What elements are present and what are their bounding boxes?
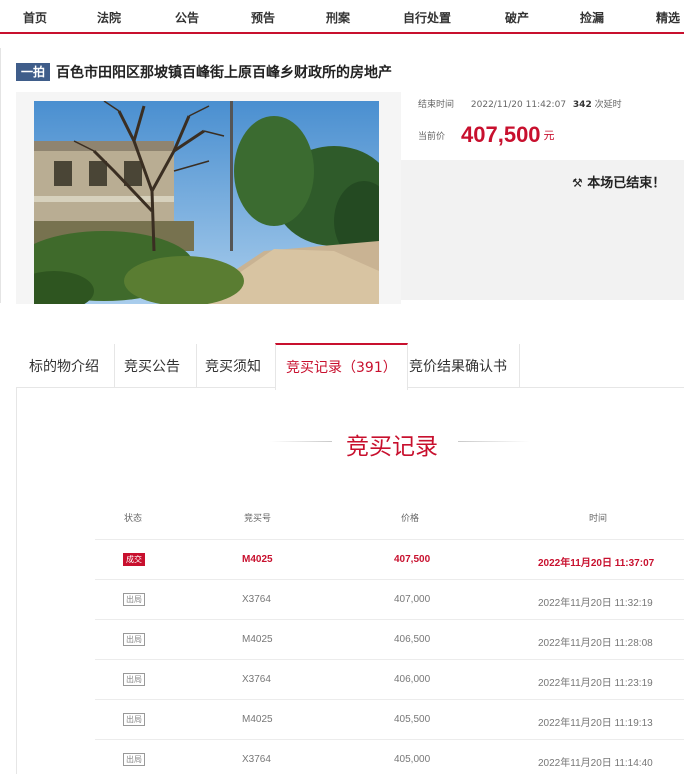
bid-time: 2022年11月20日 11:37:07 <box>538 558 655 569</box>
tab-bid-records[interactable]: 竞买记录（391） <box>275 343 408 390</box>
status-badge: 出局 <box>123 713 145 726</box>
nav-item-notice[interactable]: 公告 <box>175 9 199 26</box>
nav-item-self-disposal[interactable]: 自行处置 <box>403 9 451 26</box>
delay-label: 次延时 <box>594 100 622 110</box>
header-time: 时间 <box>589 514 608 524</box>
bid-records-title: 竞买记录 <box>346 434 438 460</box>
tab-separator <box>519 344 520 387</box>
lot-title: 一拍 百色市田阳区那坡镇百峰街上原百峰乡财政所的房地产 <box>16 63 392 81</box>
bid-time: 2022年11月20日 11:23:19 <box>538 678 653 689</box>
delay-count: 342 <box>572 100 592 110</box>
tab-result-confirmation[interactable]: 竞价结果确认书 <box>409 344 507 387</box>
price-unit: 元 <box>543 129 555 142</box>
nav-item-court[interactable]: 法院 <box>97 9 121 26</box>
content-border <box>16 388 17 774</box>
property-photo[interactable] <box>34 101 379 304</box>
header-status: 状态 <box>124 514 143 524</box>
auction-ended-text: 本场已结束！ <box>587 176 666 191</box>
status-badge: 成交 <box>123 553 145 566</box>
top-nav: 首页 法院 公告 预告 刑案 自行处置 破产 捡漏 精选 <box>0 0 684 34</box>
tab-bidding-rules[interactable]: 竞买须知 <box>205 344 261 387</box>
tab-separator <box>114 344 115 387</box>
status-badge: 出局 <box>123 593 145 606</box>
title-line-right <box>458 441 530 442</box>
table-row: 出局 X3764 407,000 2022年11月20日 11:32:19 <box>95 579 684 619</box>
bid-price: 407,000 <box>394 594 431 605</box>
lot-name: 百色市田阳区那坡镇百峰街上原百峰乡财政所的房地产 <box>56 65 393 81</box>
current-price-label: 当前价 <box>418 131 446 142</box>
bid-time: 2022年11月20日 11:32:19 <box>538 598 653 609</box>
bid-time: 2022年11月20日 11:14:40 <box>538 758 653 769</box>
header-bidder: 竞买号 <box>244 514 272 524</box>
current-price-row: 当前价 407,500 元 <box>418 122 555 148</box>
nav-item-preview[interactable]: 预告 <box>251 9 275 26</box>
nav-item-featured[interactable]: 精选 <box>656 9 680 26</box>
gavel-icon: ⚒ <box>572 176 583 190</box>
table-row: 出局 M4025 406,500 2022年11月20日 11:28:08 <box>95 619 684 659</box>
end-time-row: 结束时间 2022/11/20 11:42:07 342 次延时 <box>418 97 622 110</box>
status-badge: 出局 <box>123 753 145 766</box>
bidder-id: M4025 <box>242 714 273 725</box>
title-line-left <box>270 441 332 442</box>
auction-round-badge: 一拍 <box>16 63 51 81</box>
end-time-value: 2022/11/20 11:42:07 <box>470 100 567 110</box>
table-row: 出局 X3764 405,000 2022年11月20日 11:14:40 <box>95 739 684 779</box>
bidder-id: X3764 <box>242 674 271 685</box>
bid-time: 2022年11月20日 11:19:13 <box>538 718 653 729</box>
tab-item-intro[interactable]: 标的物介绍 <box>29 344 99 387</box>
nav-item-bankruptcy[interactable]: 破产 <box>505 9 529 26</box>
property-photo-image <box>34 101 379 304</box>
auction-ended-status: ⚒ 本场已结束！ <box>572 172 665 191</box>
auction-status-box: ⚒ 本场已结束！ <box>401 160 684 300</box>
bid-time: 2022年11月20日 11:28:08 <box>538 638 653 649</box>
table-row: 出局 M4025 405,500 2022年11月20日 11:19:13 <box>95 699 684 739</box>
bidder-id: X3764 <box>242 754 271 765</box>
bid-price: 405,000 <box>394 754 431 765</box>
bid-price: 407,500 <box>394 554 431 565</box>
bidder-id: M4025 <box>242 554 273 565</box>
status-badge: 出局 <box>123 633 145 646</box>
tab-separator <box>196 344 197 387</box>
status-badge: 出局 <box>123 673 145 686</box>
divider <box>0 48 1 303</box>
detail-tabs: 标的物介绍 竞买公告 竞买须知 竞买记录（391） 竞价结果确认书 <box>16 343 684 390</box>
bid-price: 406,500 <box>394 634 431 645</box>
nav-item-bargain[interactable]: 捡漏 <box>580 9 604 26</box>
tab-auction-notice[interactable]: 竞买公告 <box>124 344 180 387</box>
bidder-id: X3764 <box>242 594 271 605</box>
header-price: 价格 <box>401 514 420 524</box>
current-price-value: 407,500 <box>461 122 541 147</box>
table-row: 成交 M4025 407,500 2022年11月20日 11:37:07 <box>95 539 684 579</box>
bid-price: 406,000 <box>394 674 431 685</box>
bidder-id: M4025 <box>242 634 273 645</box>
table-header: 状态 竞买号 价格 时间 <box>95 497 684 539</box>
nav-item-home[interactable]: 首页 <box>23 9 47 26</box>
end-time-label: 结束时间 <box>418 100 455 110</box>
nav-item-criminal[interactable]: 刑案 <box>326 9 350 26</box>
table-row: 出局 X3764 406,000 2022年11月20日 11:23:19 <box>95 659 684 699</box>
bid-price: 405,500 <box>394 714 431 725</box>
